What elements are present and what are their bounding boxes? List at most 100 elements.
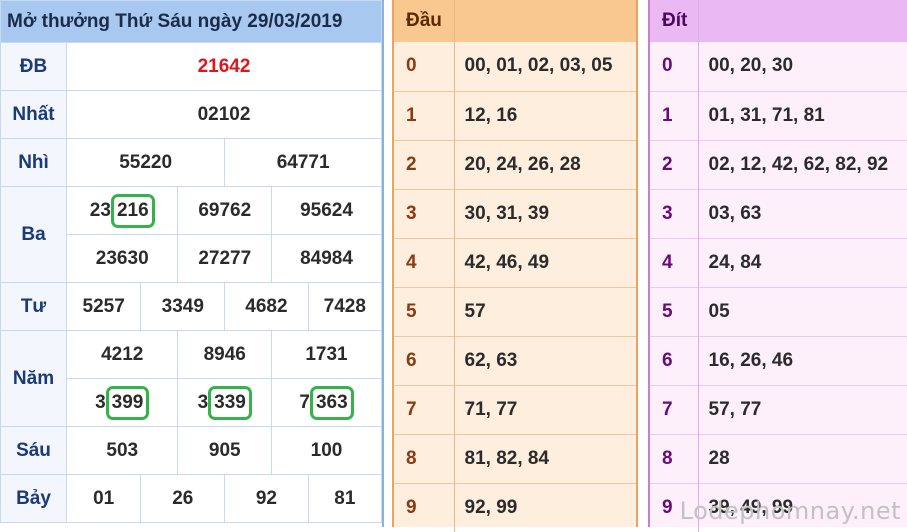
- dau-row: 4 42, 46, 49: [394, 237, 636, 287]
- dit-row: 5 05: [650, 286, 907, 336]
- label-sau: Sáu: [0, 426, 67, 475]
- dau-numbers: 30, 31, 39: [454, 188, 636, 238]
- prize-bay-3: 81: [307, 474, 383, 523]
- dit-numbers: 57, 77: [698, 384, 907, 434]
- dau-numbers: 00, 01, 02, 03, 05: [464, 55, 613, 77]
- prize-nam-5-prefix: 7: [299, 391, 310, 413]
- prize-ba-0-prefix: 23: [89, 199, 111, 221]
- dit-row: 2 02, 12, 42, 62, 82, 92: [650, 139, 907, 189]
- dau-header: Đầu: [394, 0, 455, 42]
- dit-digit: 0: [650, 42, 699, 91]
- dau-numbers: 92, 99: [454, 482, 636, 532]
- dau-digit: 9: [394, 482, 455, 532]
- prize-nam-0: 4212: [65, 330, 179, 379]
- dau-numbers: 12, 16: [454, 90, 636, 140]
- dit-digit: 4: [650, 237, 699, 287]
- dit-row: 0 00, 20, 30: [650, 42, 907, 91]
- prize-ba-5: 84984: [271, 234, 382, 283]
- dit-row: 3 03, 63: [650, 188, 907, 238]
- row-ba-1: Ba 23 216 69762 95624: [0, 186, 382, 283]
- dau-table: Đầu 0 00, 01, 02, 03, 05 1 12, 16 2 20, 24, 2…: [394, 0, 636, 532]
- dau-row: 1 12, 16: [394, 90, 636, 140]
- dit-digit: 6: [650, 335, 699, 385]
- prize-nhi-0: 55220: [65, 138, 226, 187]
- dit-digit: 3: [650, 188, 699, 238]
- dit-header: Đít: [650, 0, 699, 42]
- dit-digit: 7: [650, 384, 699, 434]
- prize-bay-0: 01: [65, 474, 142, 523]
- prize-bay-1: 26: [140, 474, 226, 523]
- prize-ba-0: 23 216: [65, 186, 179, 235]
- prize-nam-3: 3 399: [65, 378, 179, 427]
- circled-loto-highlight: 399: [105, 385, 150, 420]
- label-nam: Năm: [0, 330, 67, 427]
- dit-digit: 1: [650, 90, 699, 140]
- label-tu: Tư: [0, 282, 67, 331]
- dau-digit: 5: [394, 286, 455, 336]
- prize-tu-2: 4682: [224, 282, 309, 331]
- label-ba: Ba: [0, 186, 67, 283]
- dit-numbers: 02, 12, 42, 62, 82, 92: [698, 139, 907, 189]
- dit-digit: 2: [650, 139, 699, 189]
- dau-row: 2 20, 24, 26, 28: [394, 139, 636, 189]
- dit-row: 4 24, 84: [650, 237, 907, 287]
- prize-ba-2: 95624: [271, 186, 382, 235]
- row-nhat: Nhất 02102: [0, 90, 382, 139]
- dau-row: 9 92, 99: [394, 482, 636, 532]
- label-db: ĐB: [0, 42, 67, 91]
- prize-nam-2: 1731: [271, 330, 382, 379]
- circled-loto-highlight: 363: [309, 385, 354, 420]
- prize-ba-3: 23630: [65, 234, 179, 283]
- results-title: Mở thưởng Thứ Sáu ngày 29/03/2019: [0, 0, 382, 43]
- prize-nam-1: 8946: [177, 330, 273, 379]
- dau-row: 8 81, 82, 84: [394, 433, 636, 483]
- dau-digit: 6: [394, 335, 455, 385]
- dau-digit: 7: [394, 384, 455, 434]
- prize-tu-3: 7428: [307, 282, 383, 331]
- prize-nam-5: 7 363: [271, 378, 382, 427]
- prize-sau-1: 905: [177, 426, 273, 475]
- dau-numbers: 57: [454, 286, 636, 336]
- dau-header-blank: [454, 0, 636, 42]
- prize-sau-2: 100: [271, 426, 382, 475]
- dau-panel: Đầu 0 00, 01, 02, 03, 05 1 12, 16 2 20, 24, 2…: [392, 0, 638, 532]
- dau-numbers: 62, 63: [454, 335, 636, 385]
- dau-digit: 1: [394, 90, 455, 140]
- site-watermark: Lodephomnay.net: [679, 497, 901, 525]
- row-nam-1: Năm 4212 8946 1731: [0, 330, 382, 427]
- dit-table: Đít 0 00, 20, 30 1 01, 31, 71, 81 2 02, 12, 4…: [650, 0, 907, 532]
- dit-numbers: 28: [698, 433, 907, 483]
- dit-numbers: 24, 84: [698, 237, 907, 287]
- circled-loto-highlight: 339: [208, 385, 252, 420]
- circled-loto-highlight: 216: [110, 193, 155, 228]
- dau-digit: 4: [394, 237, 455, 287]
- dau-row: 5 57: [394, 286, 636, 336]
- dit-numbers: 03, 63: [698, 188, 907, 238]
- results-panel: Mở thưởng Thứ Sáu ngày 29/03/2019 ĐB 216…: [0, 0, 384, 527]
- dit-row: 1 01, 31, 71, 81: [650, 90, 907, 140]
- dit-numbers: 05: [698, 286, 907, 336]
- dit-numbers: 16, 26, 46: [698, 335, 907, 385]
- label-nhi: Nhì: [0, 138, 67, 187]
- prize-nam-3-prefix: 3: [95, 391, 106, 413]
- prize-db: 21642: [66, 42, 382, 91]
- prize-tu-0: 5257: [65, 282, 142, 331]
- row-nhi: Nhì 55220 64771: [0, 138, 382, 187]
- dau-numbers: 42, 46, 49: [454, 237, 636, 287]
- dau-row: 7 71, 77: [394, 384, 636, 434]
- dit-numbers: 00, 20, 30: [708, 55, 794, 77]
- dau-row: 3 30, 31, 39: [394, 188, 636, 238]
- dit-panel: Đít 0 00, 20, 30 1 01, 31, 71, 81 2 02, 12, 4…: [648, 0, 907, 532]
- label-bay: Bảy: [0, 474, 67, 523]
- dit-row: 8 28: [650, 433, 907, 483]
- prize-tu-1: 3349: [140, 282, 226, 331]
- dau-digit: 3: [394, 188, 455, 238]
- prize-sau-0: 503: [65, 426, 179, 475]
- dit-row: 6 16, 26, 46: [650, 335, 907, 385]
- prize-nam-4-prefix: 3: [197, 391, 209, 413]
- row-tu: Tư 5257 3349 4682 7428: [0, 282, 383, 331]
- results-table: Mở thưởng Thứ Sáu ngày 29/03/2019 ĐB 216…: [0, 0, 383, 523]
- dau-digit: 2: [394, 139, 455, 189]
- row-db: ĐB 21642: [0, 42, 382, 91]
- label-nhat: Nhất: [0, 90, 67, 139]
